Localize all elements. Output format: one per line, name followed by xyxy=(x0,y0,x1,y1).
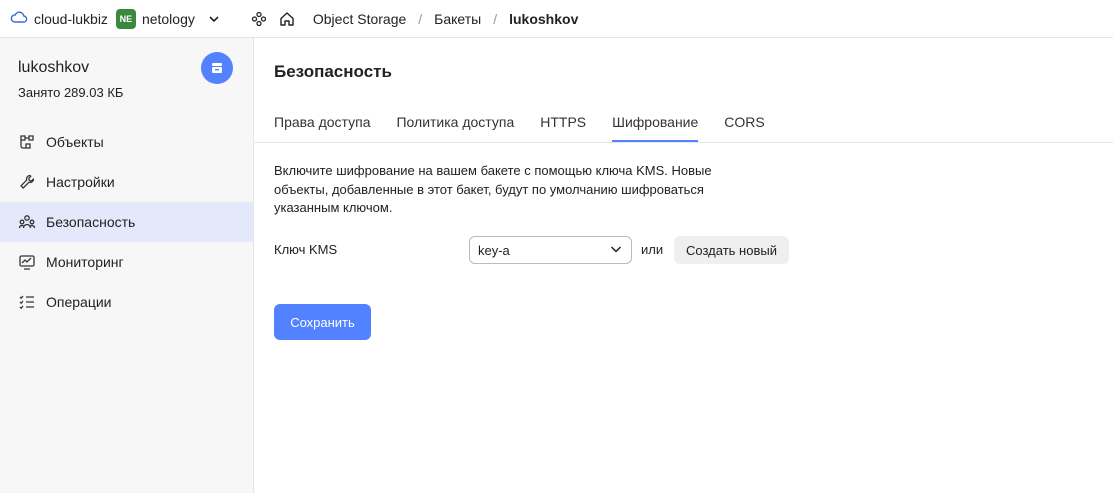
save-button[interactable]: Сохранить xyxy=(274,304,371,340)
chevron-down-icon xyxy=(609,242,623,259)
breadcrumb-separator: / xyxy=(493,10,498,27)
tab-https[interactable]: HTTPS xyxy=(540,110,586,142)
chevron-down-icon[interactable] xyxy=(207,12,221,26)
kms-key-select[interactable]: key-a xyxy=(469,236,632,264)
breadcrumb: Object Storage / Бакеты / lukoshkov xyxy=(313,11,578,27)
org-badge: NE xyxy=(115,8,136,29)
bucket-usage: Занято 289.03 КБ xyxy=(18,85,124,100)
main-content: Безопасность Права доступа Политика дост… xyxy=(254,38,1113,493)
sidebar-item-monitoring[interactable]: Мониторинг xyxy=(0,242,253,282)
sidebar-item-objects[interactable]: Объекты xyxy=(0,122,253,162)
page-title: Безопасность xyxy=(274,62,392,81)
sidebar-item-label: Объекты xyxy=(46,134,104,150)
breadcrumb-separator: / xyxy=(418,10,423,27)
encryption-description: Включите шифрование на вашем бакете с по… xyxy=(274,163,712,215)
sidebar-item-security[interactable]: Безопасность xyxy=(0,202,253,242)
tab-access-policy[interactable]: Политика доступа xyxy=(396,110,514,142)
monitor-icon xyxy=(19,255,35,270)
top-bar: cloud-lukbiz NE netology Object Storage … xyxy=(0,0,1113,38)
create-new-key-button[interactable]: Создать новый xyxy=(674,236,789,264)
tabs-divider xyxy=(254,142,1113,143)
wrench-icon xyxy=(20,174,35,189)
breadcrumb-current-bucket: lukoshkov xyxy=(509,10,579,27)
sidebar-item-label: Настройки xyxy=(46,174,115,190)
cloud-selector[interactable]: cloud-lukbiz xyxy=(10,8,108,29)
list-icon xyxy=(19,295,34,310)
home-icon[interactable] xyxy=(277,9,297,29)
objects-icon xyxy=(20,135,34,149)
bucket-name: lukoshkov xyxy=(18,59,90,76)
breadcrumb-object-storage[interactable]: Object Storage xyxy=(313,11,406,27)
or-text: или xyxy=(641,242,664,257)
sidebar-item-label: Безопасность xyxy=(46,214,136,230)
sidebar-item-label: Мониторинг xyxy=(46,254,124,270)
sidebar: lukoshkov Занято 289.03 КБ Объекты Настр… xyxy=(0,38,254,493)
tab-encryption[interactable]: Шифрование xyxy=(612,110,699,142)
kms-key-value: key-a xyxy=(478,242,510,258)
kms-key-label: Ключ KMS xyxy=(274,242,338,257)
tabs: Права доступа Политика доступа HTTPS Шиф… xyxy=(274,110,765,142)
users-icon xyxy=(18,215,36,229)
breadcrumb-buckets[interactable]: Бакеты xyxy=(434,11,481,27)
org-name[interactable]: netology xyxy=(142,11,195,27)
bucket-icon xyxy=(201,52,233,84)
tab-cors[interactable]: CORS xyxy=(724,110,764,142)
sidebar-item-label: Операции xyxy=(46,294,112,310)
sidebar-item-settings[interactable]: Настройки xyxy=(0,162,253,202)
services-icon[interactable] xyxy=(249,9,269,29)
sidebar-item-operations[interactable]: Операции xyxy=(0,282,253,322)
tab-access-rights[interactable]: Права доступа xyxy=(274,110,370,142)
cloud-icon xyxy=(10,8,28,29)
sidebar-nav: Объекты Настройки Безопасность Мониторин… xyxy=(0,122,253,322)
cloud-name: cloud-lukbiz xyxy=(34,10,108,27)
